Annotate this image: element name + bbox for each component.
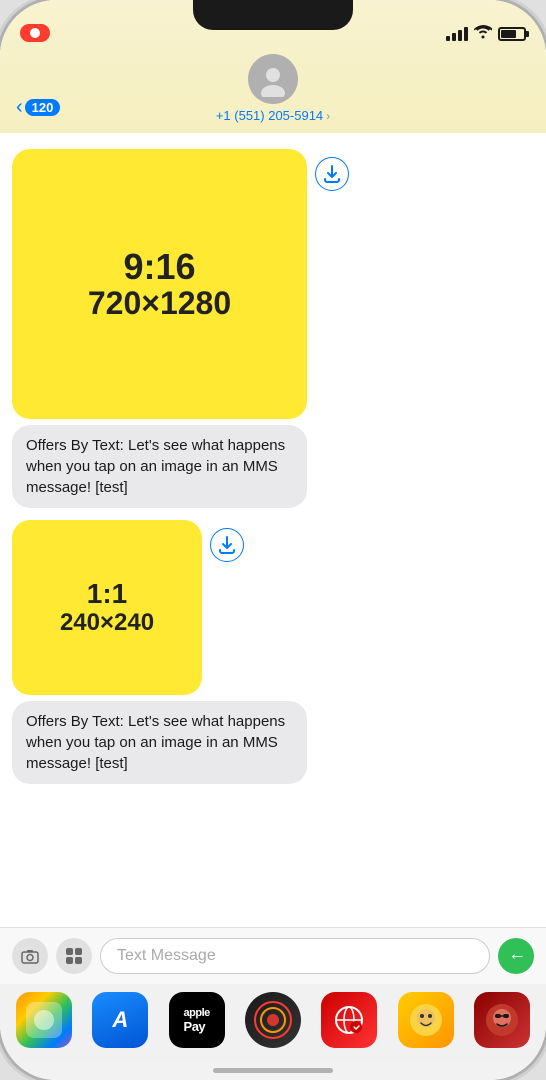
back-button[interactable]: ‹ 120	[16, 96, 60, 119]
dock: A applePay	[0, 984, 546, 1060]
status-bar	[0, 0, 546, 50]
contact-avatar[interactable]	[248, 54, 298, 104]
mms-image-row-2: 1:1 240×240	[12, 520, 244, 695]
mms-ratio-2: 1:1	[87, 579, 127, 610]
back-arrow-icon: ‹	[16, 96, 23, 119]
send-arrow-icon: ↑	[506, 952, 527, 961]
screen: ‹ 120 +1 (551) 205-5914 › 9	[0, 0, 546, 1080]
dock-app-face-circle[interactable]	[245, 992, 301, 1048]
dock-app-applepay[interactable]: applePay	[169, 992, 225, 1048]
contact-number: +1 (551) 205-5914	[216, 108, 323, 123]
record-indicator	[20, 24, 50, 42]
battery-icon	[498, 27, 526, 41]
home-bar	[213, 1068, 333, 1073]
back-count-badge[interactable]: 120	[25, 99, 61, 116]
messages-area[interactable]: 9:16 720×1280 Offers By Text: Let's see …	[0, 133, 546, 927]
mms-block-2: 1:1 240×240 Offers By Text: Let's see wh…	[12, 520, 534, 784]
apps-button[interactable]	[56, 938, 92, 974]
signal-bar-2	[452, 33, 456, 41]
dock-app-bitmoji[interactable]	[398, 992, 454, 1048]
signal-bar-3	[458, 30, 462, 41]
text-input-wrapper[interactable]: Text Message	[100, 938, 490, 974]
mms-ratio-1: 9:16	[123, 247, 195, 287]
dock-app-appstore[interactable]: A	[92, 992, 148, 1048]
mms-image-2[interactable]: 1:1 240×240	[12, 520, 202, 695]
notch	[193, 0, 353, 30]
mms-dimensions-1: 720×1280	[88, 286, 231, 321]
text-input-placeholder: Text Message	[117, 947, 216, 965]
wifi-icon	[474, 25, 492, 42]
dock-app-custom[interactable]	[474, 992, 530, 1048]
record-dot	[30, 28, 40, 38]
signal-bar-4	[464, 27, 468, 41]
contact-info[interactable]: +1 (551) 205-5914 ›	[216, 108, 330, 123]
signal-bar-1	[446, 36, 450, 41]
mms-dimensions-2: 240×240	[60, 610, 154, 636]
battery-fill	[501, 30, 516, 38]
bubble-text-1: Offers By Text: Let's see what happens w…	[26, 437, 285, 496]
text-bubble-2: Offers By Text: Let's see what happens w…	[12, 701, 307, 784]
signal-bars	[446, 27, 468, 41]
mms-block-1: 9:16 720×1280 Offers By Text: Let's see …	[12, 149, 534, 508]
status-left	[20, 24, 50, 42]
chevron-right-icon: ›	[326, 109, 330, 123]
download-button-2[interactable]	[210, 528, 244, 562]
status-right	[446, 25, 526, 42]
mms-image-1[interactable]: 9:16 720×1280	[12, 149, 307, 419]
download-button-1[interactable]	[315, 157, 349, 191]
dock-app-photos[interactable]	[16, 992, 72, 1048]
send-button[interactable]: ↑	[498, 938, 534, 974]
input-bar: Text Message ↑	[0, 927, 546, 984]
phone-frame: ‹ 120 +1 (551) 205-5914 › 9	[0, 0, 546, 1080]
mms-image-row-1: 9:16 720×1280	[12, 149, 349, 419]
camera-button[interactable]	[12, 938, 48, 974]
bubble-text-2: Offers By Text: Let's see what happens w…	[26, 713, 285, 772]
text-bubble-1: Offers By Text: Let's see what happens w…	[12, 425, 307, 508]
home-indicator	[0, 1060, 546, 1080]
dock-app-search[interactable]	[321, 992, 377, 1048]
